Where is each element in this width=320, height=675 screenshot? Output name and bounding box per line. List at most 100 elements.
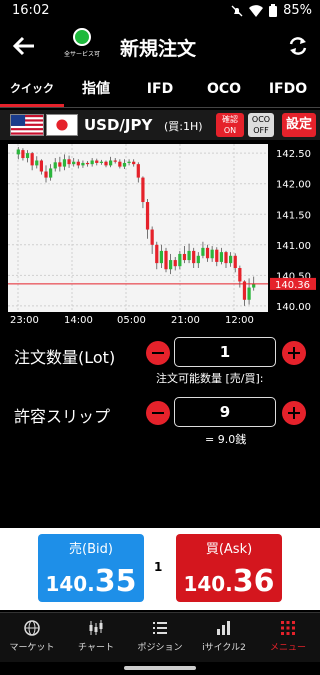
candle (118, 161, 122, 167)
globe-icon (24, 620, 40, 636)
candle (21, 150, 25, 159)
confirm-state: ON (223, 126, 237, 135)
lot-input[interactable]: 1 (174, 337, 276, 367)
currency-pair[interactable]: USD/JPY (84, 116, 152, 134)
slippage-input[interactable]: 9 (174, 397, 276, 427)
slippage-decrement-button[interactable] (146, 401, 170, 425)
page-title: 新規注文 (120, 38, 197, 60)
y-tick-label: 140.00 (276, 302, 311, 313)
refresh-icon[interactable] (286, 34, 310, 58)
minus-icon (152, 352, 164, 354)
mute-icon (231, 5, 243, 16)
clock: 16:02 (12, 3, 50, 18)
candle (252, 283, 256, 288)
settings-button[interactable]: 設定 (282, 113, 316, 137)
buy-label: 買(Ask) (205, 542, 253, 557)
order-type-tabs: クイック 指値 IFD OCO IFDO (0, 72, 320, 108)
candle (104, 161, 108, 166)
tab-limit[interactable]: 指値 (64, 72, 128, 107)
candle (229, 255, 233, 264)
candle (95, 160, 99, 163)
back-arrow-icon[interactable] (10, 32, 38, 60)
candle (109, 160, 113, 166)
grid-icon (281, 621, 295, 635)
candle (159, 250, 163, 264)
candle (215, 249, 219, 262)
confirm-toggle[interactable]: 確認 ON (216, 113, 244, 137)
tab-oco[interactable]: OCO (192, 72, 256, 107)
buy-ask-button[interactable]: 買(Ask) 140.36 (176, 534, 282, 602)
ask-price: 140.36 (176, 564, 282, 599)
x-tick-label: 21:00 (171, 315, 200, 326)
candle (30, 153, 34, 166)
candle (178, 253, 182, 267)
y-tick-label: 141.50 (276, 210, 311, 221)
x-tick-label: 12:00 (225, 315, 254, 326)
candle (90, 160, 94, 165)
service-status: 全サービス可 (62, 28, 102, 58)
candle (85, 162, 90, 165)
price-chart[interactable]: 142.50 142.00 141.50 141.00 140.50 140.0… (0, 140, 320, 328)
tab-ifdo[interactable]: IFDO (256, 72, 320, 107)
sell-bid-button[interactable]: 売(Bid) 140.35 (38, 534, 144, 602)
nav-chart[interactable]: チャート (64, 613, 128, 662)
current-price-label: 140.36 (275, 280, 310, 291)
y-tick-label: 142.00 (276, 180, 311, 191)
slippage-increment-button[interactable] (282, 401, 306, 425)
candle (201, 247, 205, 256)
pair-bar: USD/JPY (買:1H) 確認 ON OCO OFF 設定 (0, 110, 320, 140)
service-status-label: 全サービス可 (63, 51, 100, 58)
candle (169, 260, 173, 270)
x-tick-label: 23:00 (10, 315, 39, 326)
candle (136, 164, 140, 178)
minus-icon (152, 412, 164, 414)
x-tick-label: 14:00 (64, 315, 93, 326)
tab-quick[interactable]: クイック (0, 72, 64, 107)
nav-market[interactable]: マーケット (0, 613, 64, 662)
us-flag-icon (10, 114, 44, 136)
candle (132, 161, 136, 165)
candle (173, 260, 177, 267)
candle (58, 162, 62, 167)
nav-icycle2[interactable]: iサイクル2 (192, 613, 256, 662)
slippage-label: 許容スリップ (14, 407, 111, 426)
candle (122, 162, 127, 167)
candle (25, 153, 30, 159)
wifi-icon (249, 4, 264, 17)
candle (67, 159, 71, 165)
nav-menu[interactable]: メニュー (256, 613, 320, 662)
candle (62, 159, 67, 167)
candle (141, 177, 145, 203)
candle (196, 255, 200, 264)
candle (39, 160, 43, 172)
nav-label: iサイクル2 (202, 643, 246, 653)
lot-decrement-button[interactable] (146, 341, 170, 365)
lot-increment-button[interactable] (282, 341, 306, 365)
candle (247, 287, 251, 300)
confirm-label: 確認 (222, 115, 238, 124)
bid-price-main: 140. (45, 572, 95, 596)
status-icons: 85% (231, 3, 312, 18)
x-tick-label: 05:00 (117, 315, 146, 326)
timeframe: (買:1H) (164, 120, 203, 133)
oco-state: OFF (253, 126, 269, 135)
slippage-note: = 9.0銭 (205, 433, 247, 446)
nav-position[interactable]: ポジション (128, 613, 192, 662)
japan-flag-icon (46, 114, 78, 136)
battery-icon (269, 4, 278, 17)
y-tick-label: 142.50 (276, 149, 311, 160)
oco-toggle[interactable]: OCO OFF (248, 113, 274, 137)
candle (113, 160, 117, 162)
list-icon (153, 622, 167, 634)
lot-label: 注文数量(Lot) (14, 348, 116, 367)
y-tick-label: 141.00 (276, 241, 311, 252)
candle (205, 247, 210, 259)
candle (150, 229, 154, 245)
candle (72, 161, 76, 165)
tab-ifd[interactable]: IFD (128, 72, 192, 107)
home-indicator (124, 666, 196, 670)
x-axis: 23:00 14:00 05:00 21:00 12:00 (10, 315, 254, 326)
candle (44, 171, 48, 178)
app-header: 全サービス可 新規注文 (0, 22, 320, 72)
candle (210, 249, 214, 259)
